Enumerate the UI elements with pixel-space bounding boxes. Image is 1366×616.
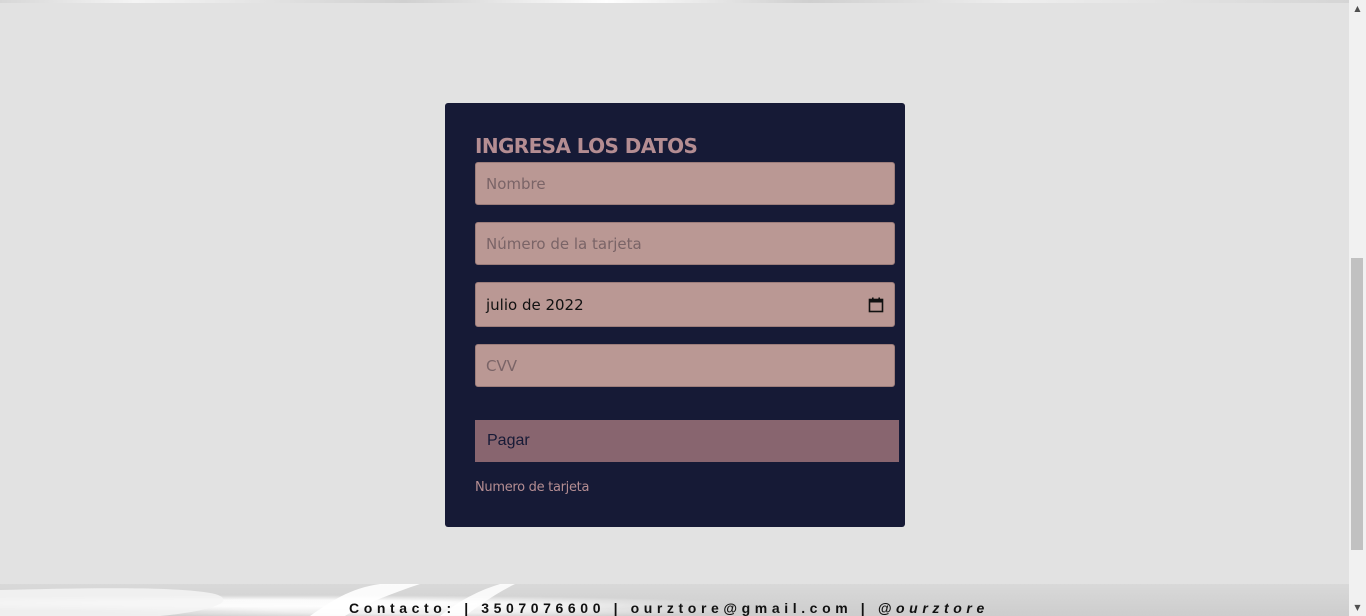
footer-contact: Contacto: | 3507076600 | ourztore@gmail.… <box>349 600 989 616</box>
expiry-date-input[interactable]: julio de 2022 <box>475 282 895 327</box>
card-number-hint: Numero de tarjeta <box>475 480 590 495</box>
header-image-edge <box>0 0 1349 3</box>
chevron-down-icon[interactable]: ▼ <box>1349 599 1366 616</box>
card-number-input[interactable] <box>475 222 895 265</box>
expiry-date-value: julio de 2022 <box>486 295 584 314</box>
payment-form-card: INGRESA LOS DATOS julio de 2022 Pagar Nu… <box>445 103 905 527</box>
chevron-up-icon[interactable]: ▲ <box>1349 0 1366 17</box>
cvv-input[interactable] <box>475 344 895 387</box>
pay-button[interactable]: Pagar <box>475 420 899 462</box>
footer-handle-link[interactable]: @ourztore <box>878 600 989 616</box>
calendar-icon[interactable] <box>868 297 884 313</box>
footer: Contacto: | 3507076600 | ourztore@gmail.… <box>0 584 1349 616</box>
footer-contact-text: Contacto: | 3507076600 | ourztore@gmail.… <box>349 600 870 616</box>
form-title: INGRESA LOS DATOS <box>475 134 698 158</box>
vertical-scrollbar[interactable]: ▲ ▼ <box>1349 0 1366 616</box>
name-input[interactable] <box>475 162 895 205</box>
scrollbar-thumb[interactable] <box>1351 258 1363 550</box>
